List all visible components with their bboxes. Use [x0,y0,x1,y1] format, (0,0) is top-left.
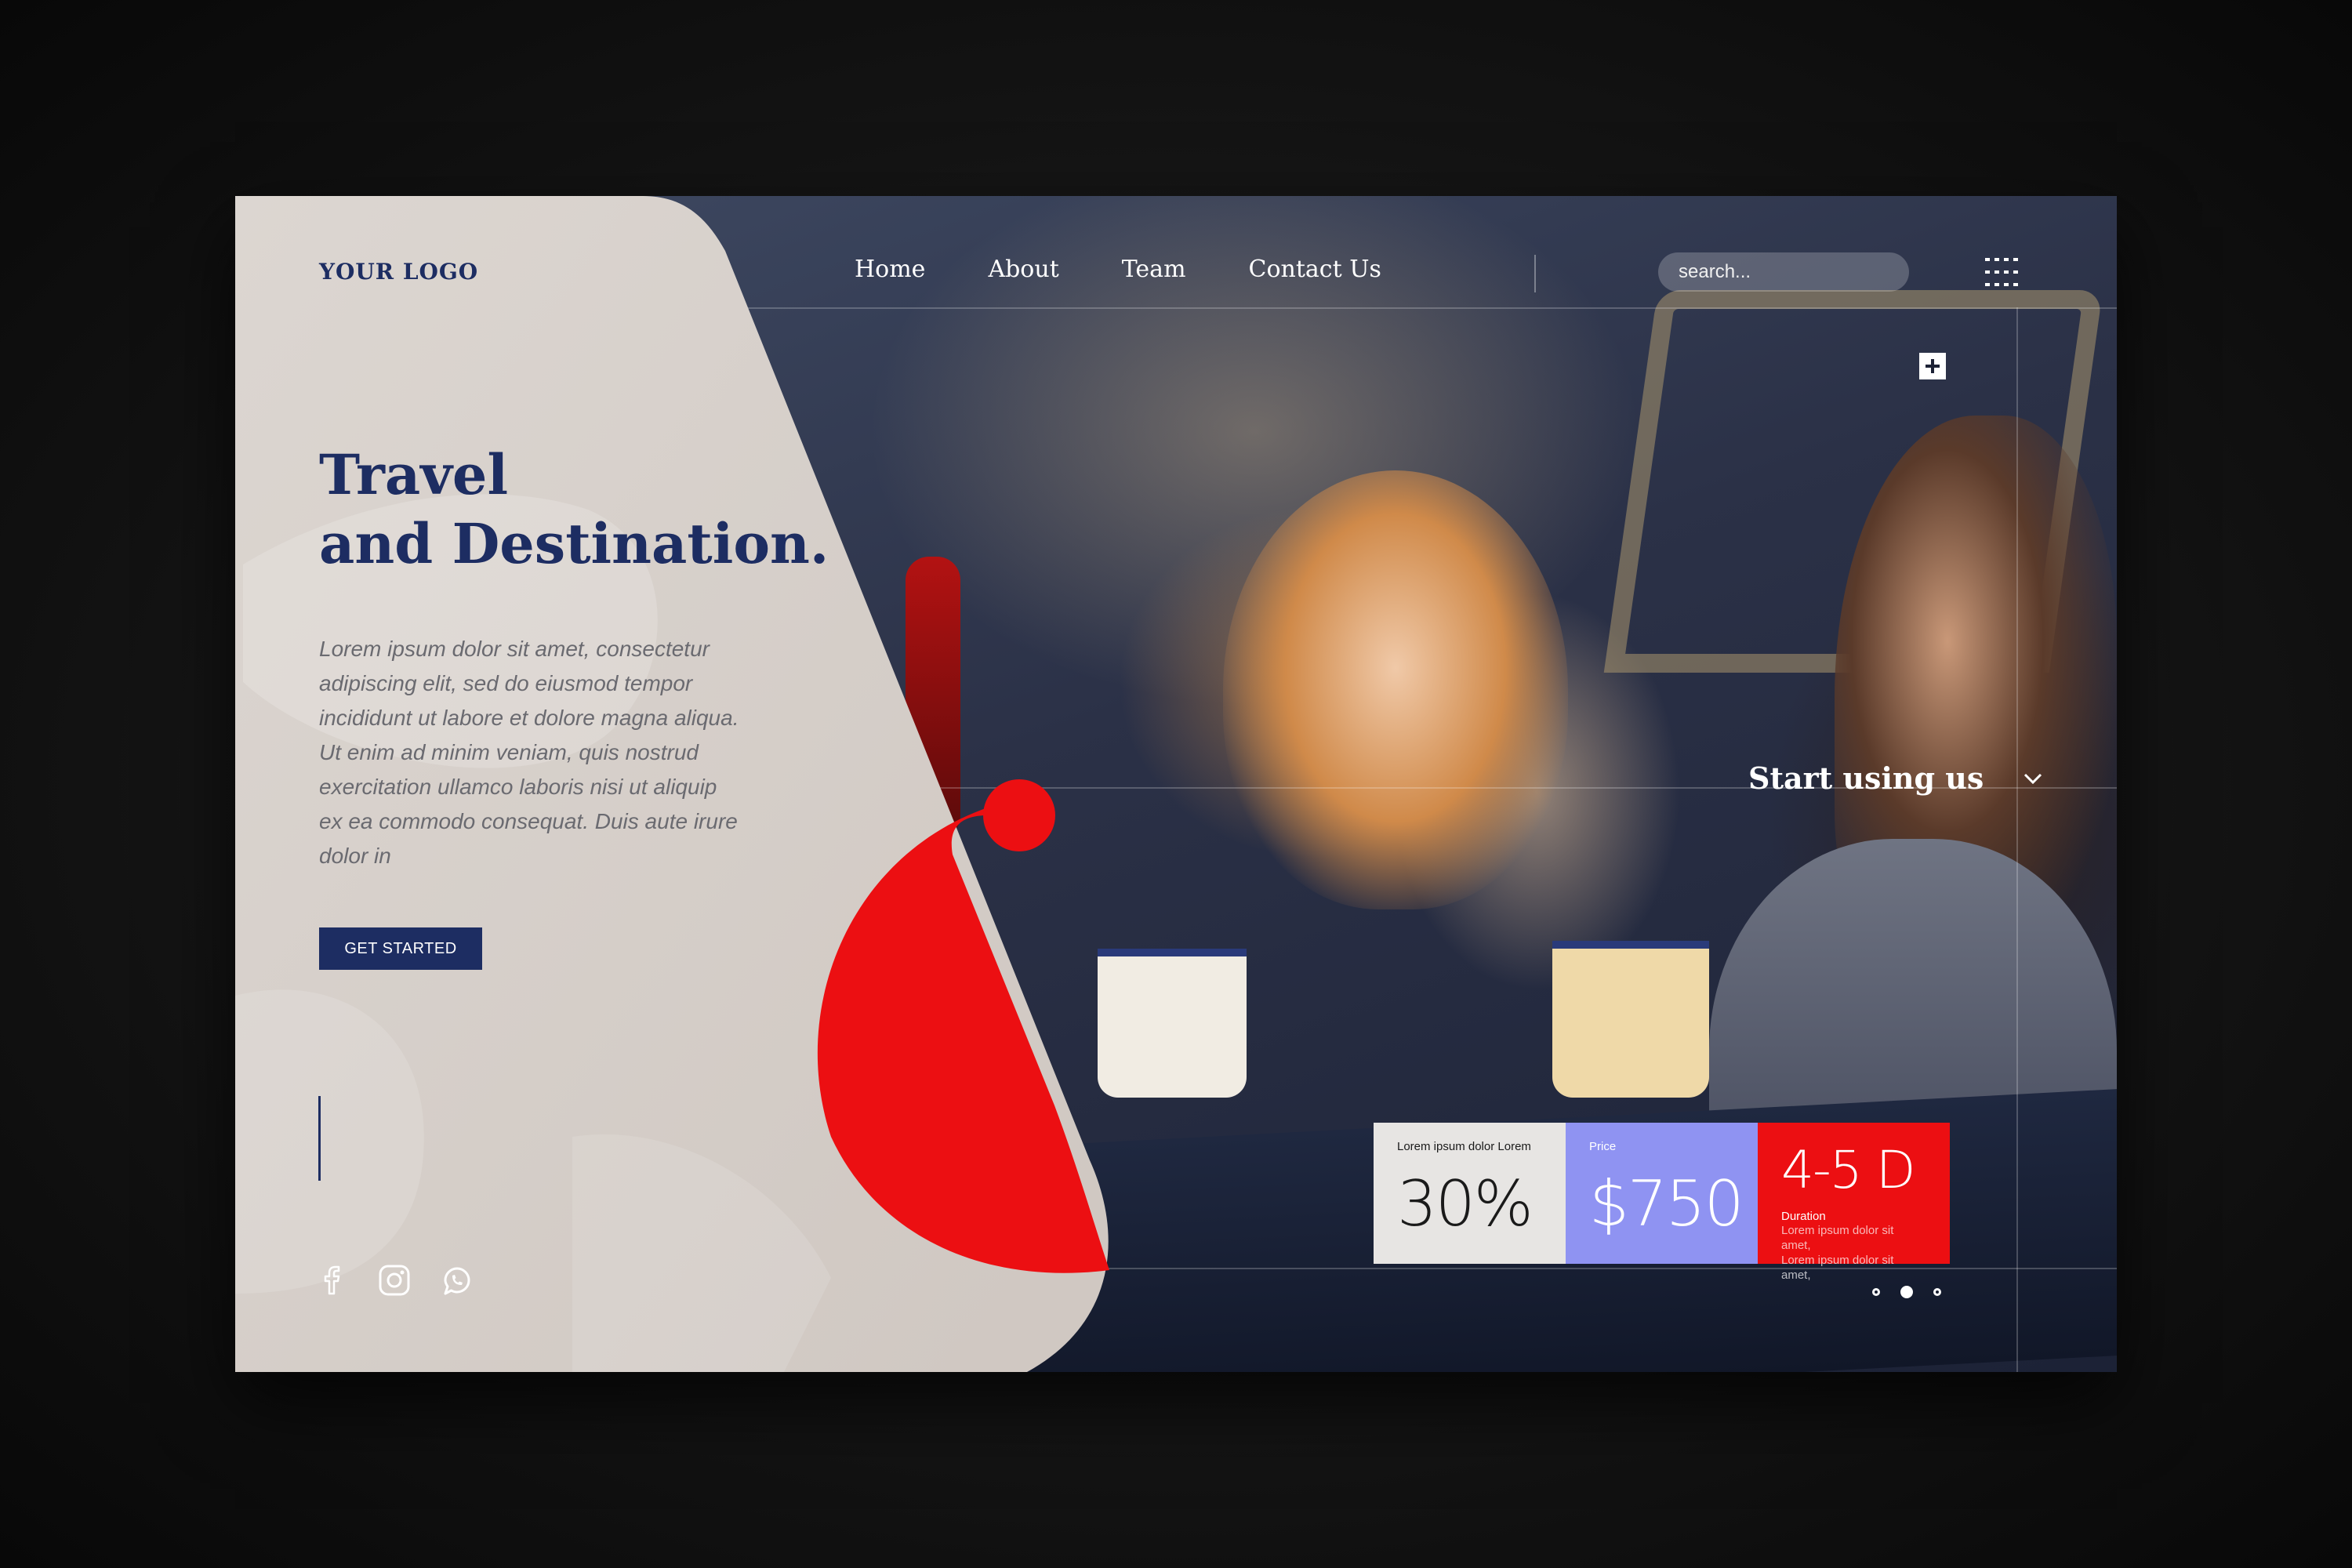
stat-card-caption: Lorem ipsum dolor sit amet, [1781,1224,1894,1252]
stat-card-duration: 4-5 D Duration Lorem ipsum dolor sit ame… [1758,1123,1950,1282]
logo[interactable]: YOUR LOGO [319,259,478,285]
stat-card-price: Price $750 [1566,1123,1758,1264]
slider-dot[interactable] [1933,1288,1941,1296]
stat-card-discount: Lorem ipsum dolor Lorem 30% [1374,1123,1566,1264]
nav-contact[interactable]: Contact Us [1249,256,1381,283]
get-started-button[interactable]: GET STARTED [319,927,482,970]
search-box [1658,252,1923,292]
plus-button[interactable] [1919,353,1946,379]
stat-card-label: Duration [1781,1210,1826,1223]
slider-dots [1872,1286,1941,1298]
start-using-label: Start using us [1748,760,1984,796]
stat-card-label: Lorem ipsum dolor Lorem [1397,1140,1531,1153]
stat-card-value: 4-5 D [1781,1140,1916,1200]
search-input[interactable] [1677,260,1923,284]
chevron-down-icon [2024,773,2042,784]
nav-about[interactable]: About [988,256,1058,283]
scroll-indicator [318,1096,321,1181]
hero-title: Travel and Destination. [319,441,829,579]
nav-divider [1534,255,1536,292]
facebook-icon[interactable] [314,1262,350,1298]
nav-team[interactable]: Team [1122,256,1186,283]
hero-title-line2: and Destination. [319,511,829,576]
social-links [314,1262,475,1298]
plus-icon [1926,359,1940,373]
hero-title-line1: Travel [319,442,509,507]
instagram-icon[interactable] [376,1262,412,1298]
slider-dot[interactable] [1872,1288,1880,1296]
landing-page: YOUR LOGO Home About Team Contact Us Tra… [235,196,2117,1372]
main-nav: Home About Team Contact Us [855,256,1444,283]
start-using-link[interactable]: Start using us [1748,760,2043,796]
stat-card-value: $750 [1589,1167,1744,1240]
stat-card-caption: Lorem ipsum dolor sit amet, [1781,1254,1894,1282]
slider-dot-active[interactable] [1900,1286,1913,1298]
nav-home[interactable]: Home [855,256,925,283]
whatsapp-icon[interactable] [439,1262,475,1298]
stats-cards: Lorem ipsum dolor Lorem 30% Price $750 4… [1374,1123,1950,1282]
stat-card-value: 30% [1397,1167,1534,1240]
stat-card-label: Price [1589,1140,1617,1153]
hero-body: Lorem ipsum dolor sit amet, consectetur … [319,637,739,868]
menu-grid-icon[interactable] [1985,256,2018,289]
